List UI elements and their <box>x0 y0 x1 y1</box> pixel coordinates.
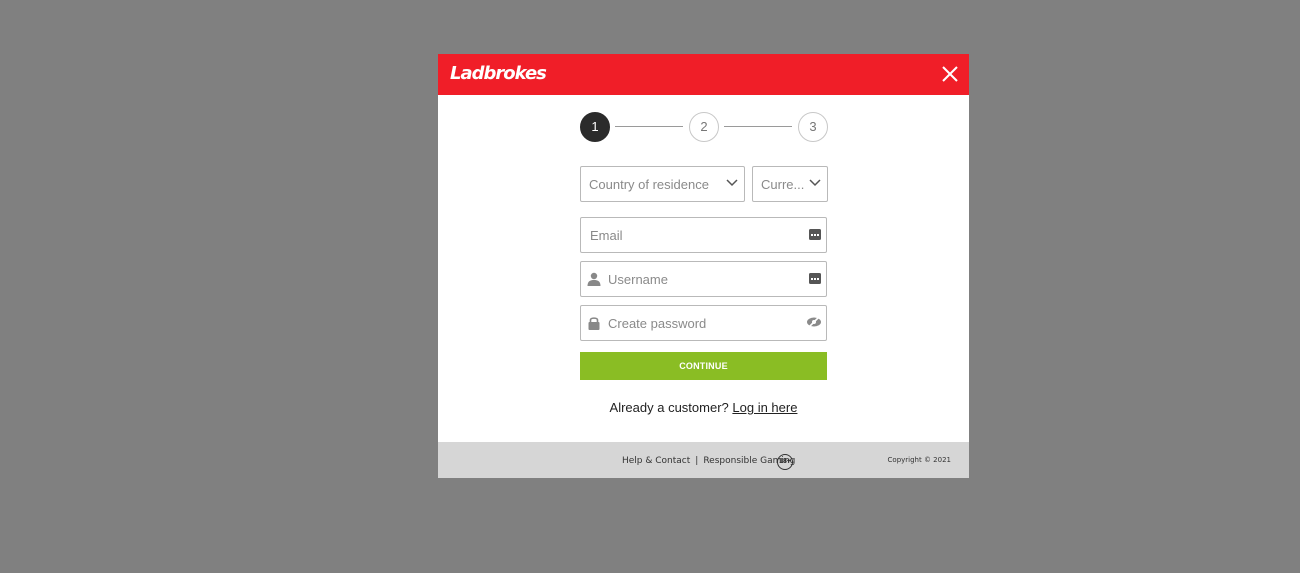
footer-separator: | <box>695 456 699 466</box>
password-placeholder: Create password <box>608 316 707 331</box>
help-contact-link[interactable]: Help & Contact <box>622 456 690 466</box>
login-prompt-text: Already a customer? <box>609 400 729 415</box>
email-placeholder: Email <box>590 228 623 243</box>
login-prompt: Already a customer? Log in here <box>438 400 969 415</box>
brand-logo: Ladbrokes <box>450 63 547 84</box>
autofill-icon[interactable] <box>809 229 821 240</box>
chevron-down-icon <box>726 179 738 187</box>
email-field[interactable]: Email <box>580 217 827 253</box>
country-select[interactable]: Country of residence <box>580 166 745 202</box>
continue-button[interactable]: CONTINUE <box>580 352 827 380</box>
modal-footer: Help & Contact | Responsible Gaming 18+ Co… <box>438 442 969 478</box>
country-select-placeholder: Country of residence <box>589 177 709 192</box>
step-3: 3 <box>798 112 828 142</box>
chevron-down-icon <box>809 179 821 187</box>
password-field[interactable]: Create password <box>580 305 827 341</box>
modal-header: Ladbrokes <box>438 54 969 95</box>
close-icon[interactable] <box>939 63 961 85</box>
eye-hidden-icon[interactable] <box>806 316 822 328</box>
currency-select-placeholder: Curre... <box>761 177 805 192</box>
step-divider <box>615 126 683 127</box>
copyright-text: Copyright © 2021 <box>887 456 951 464</box>
login-link[interactable]: Log in here <box>732 400 797 415</box>
age-restriction-badge: 18+ <box>777 454 793 470</box>
progress-stepper: 1 2 3 <box>580 112 828 142</box>
username-placeholder: Username <box>608 272 668 287</box>
registration-modal: Ladbrokes 1 2 3 Country of residence Cur… <box>438 54 969 478</box>
currency-select[interactable]: Curre... <box>752 166 828 202</box>
footer-links: Help & Contact | Responsible Gaming <box>622 456 795 466</box>
autofill-icon[interactable] <box>809 273 821 284</box>
username-field[interactable]: Username <box>580 261 827 297</box>
step-1: 1 <box>580 112 610 142</box>
step-2: 2 <box>689 112 719 142</box>
lock-icon <box>588 317 600 330</box>
user-icon <box>587 272 601 286</box>
step-divider <box>724 126 792 127</box>
